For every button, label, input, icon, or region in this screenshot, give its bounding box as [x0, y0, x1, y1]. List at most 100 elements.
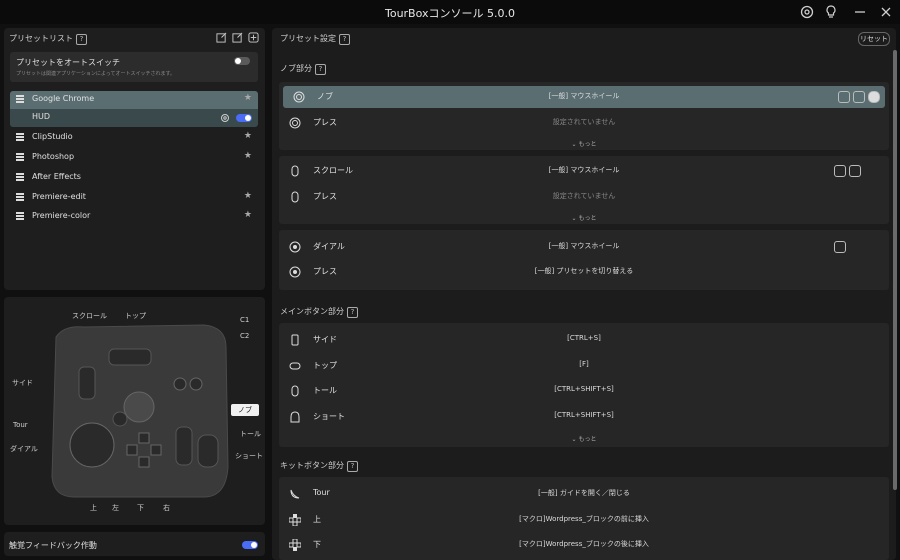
setting-row-short[interactable]: ショート [CTRL+SHIFT+S]	[279, 406, 889, 428]
setting-row-dial-press[interactable]: プレス [一般] プリセットを切り替える	[279, 261, 889, 283]
setting-row-tour[interactable]: Tour [一般] ガイドを開く／閉じる	[279, 483, 889, 505]
star-icon[interactable]: ★	[244, 210, 252, 220]
setting-name: Tour	[313, 488, 330, 497]
knob-icon	[289, 117, 301, 129]
more-label: もっと	[578, 141, 597, 148]
setting-name: 下	[313, 540, 321, 549]
more-toggle[interactable]: ⌄ もっと	[279, 139, 889, 148]
more-label: もっと	[578, 215, 597, 222]
setting-row-tall[interactable]: トール [CTRL+SHIFT+S]	[279, 380, 889, 402]
haptic-feedback-label: 触覚フィードバック作動	[9, 541, 97, 550]
setting-name: プレス	[313, 192, 337, 201]
settings-gear-icon[interactable]	[799, 4, 815, 20]
main-button-block: サイド [CTRL+S] トップ [F] トール [CTRL+SHIFT+S] …	[279, 323, 889, 447]
clear-icon[interactable]	[868, 91, 880, 103]
mouse-wheel-icon[interactable]	[838, 91, 850, 103]
setting-row-down[interactable]: 下 [マクロ]Wordpress_ブロックの後に挿入	[279, 534, 889, 556]
preset-settings-header: プリセット設定?	[280, 33, 350, 45]
export-icon[interactable]	[216, 32, 227, 43]
star-icon[interactable]: ★	[244, 131, 252, 141]
reset-button[interactable]: リセット	[858, 32, 890, 46]
preset-item-label: ClipStudio	[32, 132, 73, 141]
auto-switch-label: プリセットをオートスイッチ	[16, 58, 120, 67]
setting-value: [F]	[579, 360, 589, 368]
settings-scrollbar[interactable]	[893, 50, 897, 490]
more-toggle[interactable]: ⌄ もっと	[279, 434, 889, 443]
preset-item-hud[interactable]: HUD	[10, 109, 258, 127]
main-section-title: メインボタン部分	[280, 307, 344, 316]
preset-item-after-effects[interactable]: After Effects	[10, 169, 258, 187]
setting-row-top[interactable]: トップ [F]	[279, 355, 889, 377]
setting-row-up[interactable]: 上 [マクロ]Wordpress_ブロックの前に挿入	[279, 509, 889, 531]
setting-row-side[interactable]: サイド [CTRL+S]	[279, 329, 889, 351]
more-toggle[interactable]: ⌄ もっと	[279, 213, 889, 222]
auto-switch-toggle[interactable]	[234, 57, 250, 65]
preset-item-label: After Effects	[32, 172, 81, 181]
setting-name: トール	[313, 386, 337, 395]
haptic-feedback-toggle[interactable]	[242, 541, 258, 549]
setting-value: [CTRL+SHIFT+S]	[554, 385, 614, 393]
preset-item-google-chrome[interactable]: Google Chrome ★	[10, 91, 258, 109]
star-icon[interactable]: ★	[244, 191, 252, 201]
main-section-header: メインボタン部分?	[280, 306, 358, 318]
help-icon[interactable]: ?	[347, 461, 358, 472]
side-button-icon	[291, 334, 299, 346]
dpad-down-icon	[289, 539, 301, 551]
setting-name: ダイアル	[313, 242, 345, 251]
hamburger-icon	[16, 193, 24, 202]
help-icon[interactable]: ?	[315, 64, 326, 75]
hamburger-icon	[16, 95, 24, 104]
label-tour: Tour	[13, 421, 28, 429]
setting-value: [一般] マウスホイール	[548, 166, 620, 174]
knob-block: ノブ [一般] マウスホイール プレス 設定されていません ⌄ もっと	[279, 82, 889, 150]
setting-name: プレス	[313, 118, 337, 127]
import-icon[interactable]	[232, 32, 243, 43]
gear-icon[interactable]	[220, 113, 230, 123]
setting-row-scroll-press[interactable]: プレス 設定されていません	[279, 186, 889, 208]
setting-row-dial[interactable]: ダイアル [一般] マウスホイール	[279, 236, 889, 258]
help-icon[interactable]: ?	[339, 34, 350, 45]
setting-value: 設定されていません	[552, 192, 616, 200]
preset-settings-title: プリセット設定	[280, 34, 336, 43]
preset-item-premiere-edit[interactable]: Premiere-edit ★	[10, 189, 258, 207]
close-icon[interactable]	[878, 4, 894, 20]
preset-item-label: Google Chrome	[32, 94, 95, 103]
preset-item-clipstudio[interactable]: ClipStudio ★	[10, 129, 258, 147]
kit-button-block: Tour [一般] ガイドを開く／閉じる 上 [マクロ]Wordpress_ブロ…	[279, 477, 889, 560]
preset-item-premiere-color[interactable]: Premiere-color ★	[10, 208, 258, 226]
setting-row-knob-press[interactable]: プレス 設定されていません	[279, 112, 889, 134]
kit-section-header: キットボタン部分?	[280, 460, 358, 472]
kit-section-title: キットボタン部分	[280, 461, 344, 470]
help-icon[interactable]: ?	[347, 307, 358, 318]
setting-row-knob[interactable]: ノブ [一般] マウスホイール	[283, 86, 885, 108]
hamburger-icon	[16, 212, 24, 221]
preset-item-label: Photoshop	[32, 152, 75, 161]
scroll-wheel-icon	[291, 165, 299, 177]
setting-value: [一般] ガイドを開く／閉じる	[538, 489, 630, 497]
row-actions	[835, 91, 880, 103]
minimize-icon[interactable]	[852, 4, 868, 20]
help-icon[interactable]: ?	[76, 34, 87, 45]
setting-name: ショート	[313, 412, 345, 421]
bulb-icon[interactable]	[823, 4, 839, 20]
more-label: もっと	[578, 436, 597, 443]
setting-row-scroll[interactable]: スクロール [一般] マウスホイール	[279, 160, 889, 182]
setting-value: [一般] マウスホイール	[548, 92, 620, 100]
title-bar: TourBoxコンソール 5.0.0	[0, 0, 900, 24]
star-icon[interactable]: ★	[244, 93, 252, 103]
preset-item-photoshop[interactable]: Photoshop ★	[10, 149, 258, 167]
label-down: 下	[137, 504, 144, 512]
hud-icon[interactable]	[853, 91, 865, 103]
add-preset-icon[interactable]	[248, 32, 259, 43]
label-dial: ダイアル	[10, 445, 38, 453]
dial-icon	[289, 266, 301, 278]
tall-button-icon	[291, 385, 299, 397]
star-icon[interactable]: ★	[244, 151, 252, 161]
preset-item-label: HUD	[32, 112, 51, 121]
hud-icon[interactable]	[849, 165, 861, 177]
setting-name: ノブ	[317, 92, 333, 101]
hud-toggle[interactable]	[236, 114, 252, 122]
mouse-wheel-icon[interactable]	[834, 241, 846, 253]
setting-name: プレス	[313, 267, 337, 276]
mouse-wheel-icon[interactable]	[834, 165, 846, 177]
